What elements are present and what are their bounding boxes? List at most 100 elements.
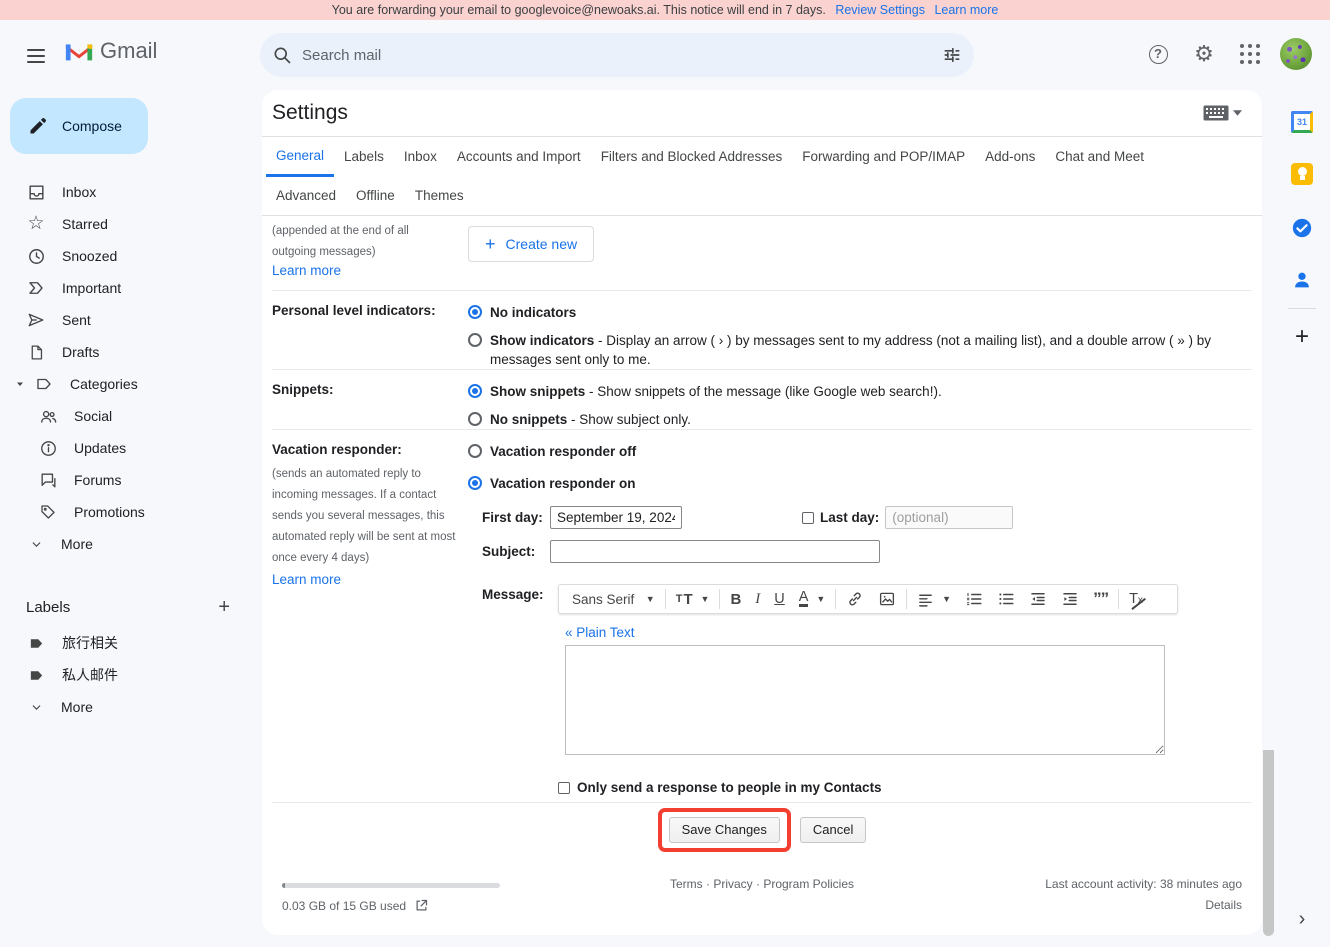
sidebar-item-label: Inbox	[62, 184, 96, 200]
sidebar-item-more[interactable]: More	[0, 528, 256, 560]
vacation-off-radio[interactable]	[468, 444, 482, 458]
banner-learn-more-link[interactable]: Learn more	[934, 3, 998, 17]
vacation-message-textarea[interactable]	[565, 645, 1165, 755]
cancel-button[interactable]: Cancel	[800, 817, 866, 843]
details-link[interactable]: Details	[1002, 898, 1242, 912]
calendar-button[interactable]: 31	[1282, 102, 1322, 142]
rich-text-toolbar: Sans Serif ▼ TT ▼ B I U A ▼ ▼	[558, 584, 1178, 614]
sidebar-item-sent[interactable]: Sent	[0, 304, 256, 336]
show-snippets-radio[interactable]	[468, 384, 482, 398]
signature-learn-more-link[interactable]: Learn more	[272, 263, 468, 278]
search-options-icon[interactable]	[942, 45, 962, 65]
save-changes-button[interactable]: Save Changes	[669, 817, 780, 843]
input-tools-button[interactable]	[1203, 105, 1242, 121]
font-size-button[interactable]: TT ▼	[669, 585, 717, 613]
vertical-scrollbar[interactable]	[1263, 750, 1274, 936]
subject-input[interactable]	[550, 540, 880, 563]
sidebar-item-inbox[interactable]: Inbox	[0, 176, 256, 208]
tasks-button[interactable]	[1282, 208, 1322, 248]
sidebar-item-important[interactable]: Important	[0, 272, 256, 304]
vacation-on-radio[interactable]	[468, 476, 482, 490]
first-day-label: First day:	[482, 510, 550, 525]
sidebar-item-label: Drafts	[62, 344, 99, 360]
text-color-button[interactable]: A ▼	[792, 585, 832, 613]
main-menu-icon[interactable]	[24, 42, 48, 66]
remove-formatting-icon[interactable]: Tx	[1122, 585, 1150, 613]
italic-button[interactable]: I	[748, 585, 767, 613]
sidebar-item-updates[interactable]: Updates	[0, 432, 256, 464]
sidebar-label-travel[interactable]: 旅行相关	[0, 627, 256, 659]
tab-advanced[interactable]: Advanced	[266, 176, 346, 216]
tab-labels[interactable]: Labels	[334, 137, 394, 177]
show-indicators-radio[interactable]	[468, 333, 482, 347]
labels-heading: Labels	[26, 599, 70, 616]
sidebar-item-label: Social	[74, 408, 112, 424]
vacation-learn-more-link[interactable]: Learn more	[272, 572, 468, 587]
create-new-signature-button[interactable]: + Create new	[468, 226, 594, 262]
get-addons-button[interactable]: +	[1282, 317, 1322, 357]
help-button[interactable]: ?	[1138, 34, 1178, 74]
bold-button[interactable]: B	[723, 585, 748, 613]
save-highlight-annotation: Save Changes	[658, 808, 791, 852]
no-indicators-radio[interactable]	[468, 305, 482, 319]
sidebar-label-personal[interactable]: 私人邮件	[0, 659, 256, 691]
sidebar-item-label: More	[61, 699, 93, 715]
keep-button[interactable]	[1282, 154, 1322, 194]
contacts-only-checkbox[interactable]	[558, 782, 570, 794]
tab-filters[interactable]: Filters and Blocked Addresses	[591, 137, 793, 177]
font-family-select[interactable]: Sans Serif ▼	[565, 585, 662, 613]
tab-addons[interactable]: Add-ons	[975, 137, 1045, 177]
numbered-list-icon[interactable]	[958, 585, 990, 613]
footer-links[interactable]: Terms · Privacy · Program Policies	[522, 877, 1002, 913]
settings-button[interactable]: ⚙	[1184, 34, 1224, 74]
review-settings-link[interactable]: Review Settings	[835, 3, 925, 17]
label-outline-icon	[34, 374, 54, 394]
sidebar-item-starred[interactable]: ☆ Starred	[0, 208, 256, 240]
sidebar-item-forums[interactable]: Forums	[0, 464, 256, 496]
show-side-panel-icon[interactable]: ›	[1299, 908, 1306, 931]
apps-button[interactable]	[1230, 34, 1270, 74]
first-day-input[interactable]	[550, 506, 682, 529]
bulleted-list-icon[interactable]	[990, 585, 1022, 613]
external-link-icon[interactable]	[414, 898, 429, 913]
tab-accounts-and-import[interactable]: Accounts and Import	[447, 137, 591, 177]
no-snippets-radio[interactable]	[468, 412, 482, 426]
underline-button[interactable]: U	[767, 585, 791, 613]
sidebar-item-label: More	[61, 536, 93, 552]
storage-progress-bar	[282, 883, 500, 888]
no-indicators-label: No indicators	[490, 303, 576, 322]
search-bar[interactable]	[260, 33, 974, 77]
insert-link-icon[interactable]	[839, 585, 871, 613]
show-indicators-label: Show indicators - Display an arrow ( › )…	[490, 331, 1238, 369]
forwarding-notice-banner: You are forwarding your email to googlev…	[0, 0, 1330, 20]
tab-general[interactable]: General	[266, 137, 334, 177]
tab-forwarding[interactable]: Forwarding and POP/IMAP	[792, 137, 975, 177]
sidebar-item-categories[interactable]: Categories	[0, 368, 256, 400]
plain-text-link[interactable]: « Plain Text	[565, 625, 635, 640]
account-button[interactable]	[1276, 34, 1316, 74]
sidebar-item-social[interactable]: Social	[0, 400, 256, 432]
send-icon	[26, 310, 46, 330]
tab-inbox[interactable]: Inbox	[394, 137, 447, 177]
indent-less-icon[interactable]	[1022, 585, 1054, 613]
sidebar-labels-more[interactable]: More	[0, 691, 256, 723]
indent-more-icon[interactable]	[1054, 585, 1086, 613]
insert-image-icon[interactable]	[871, 585, 903, 613]
last-day-checkbox[interactable]	[802, 512, 814, 524]
sidebar-item-snoozed[interactable]: Snoozed	[0, 240, 256, 272]
search-input[interactable]	[302, 47, 942, 64]
quote-icon[interactable]: ””	[1086, 585, 1115, 613]
contacts-button[interactable]	[1282, 260, 1322, 300]
last-day-input[interactable]	[885, 506, 1013, 529]
expander-triangle-icon[interactable]	[14, 378, 26, 390]
compose-button[interactable]: Compose	[10, 98, 148, 154]
align-button[interactable]: ▼	[910, 585, 958, 613]
sidebar-item-drafts[interactable]: Drafts	[0, 336, 256, 368]
create-label-icon[interactable]: +	[218, 596, 230, 619]
sidebar-item-label: Categories	[70, 376, 138, 392]
tab-offline[interactable]: Offline	[346, 176, 405, 216]
sidebar-item-promotions[interactable]: Promotions	[0, 496, 256, 528]
tab-themes[interactable]: Themes	[405, 176, 474, 216]
tab-chat-and-meet[interactable]: Chat and Meet	[1045, 137, 1154, 177]
sidebar-item-label: 私人邮件	[62, 665, 118, 685]
